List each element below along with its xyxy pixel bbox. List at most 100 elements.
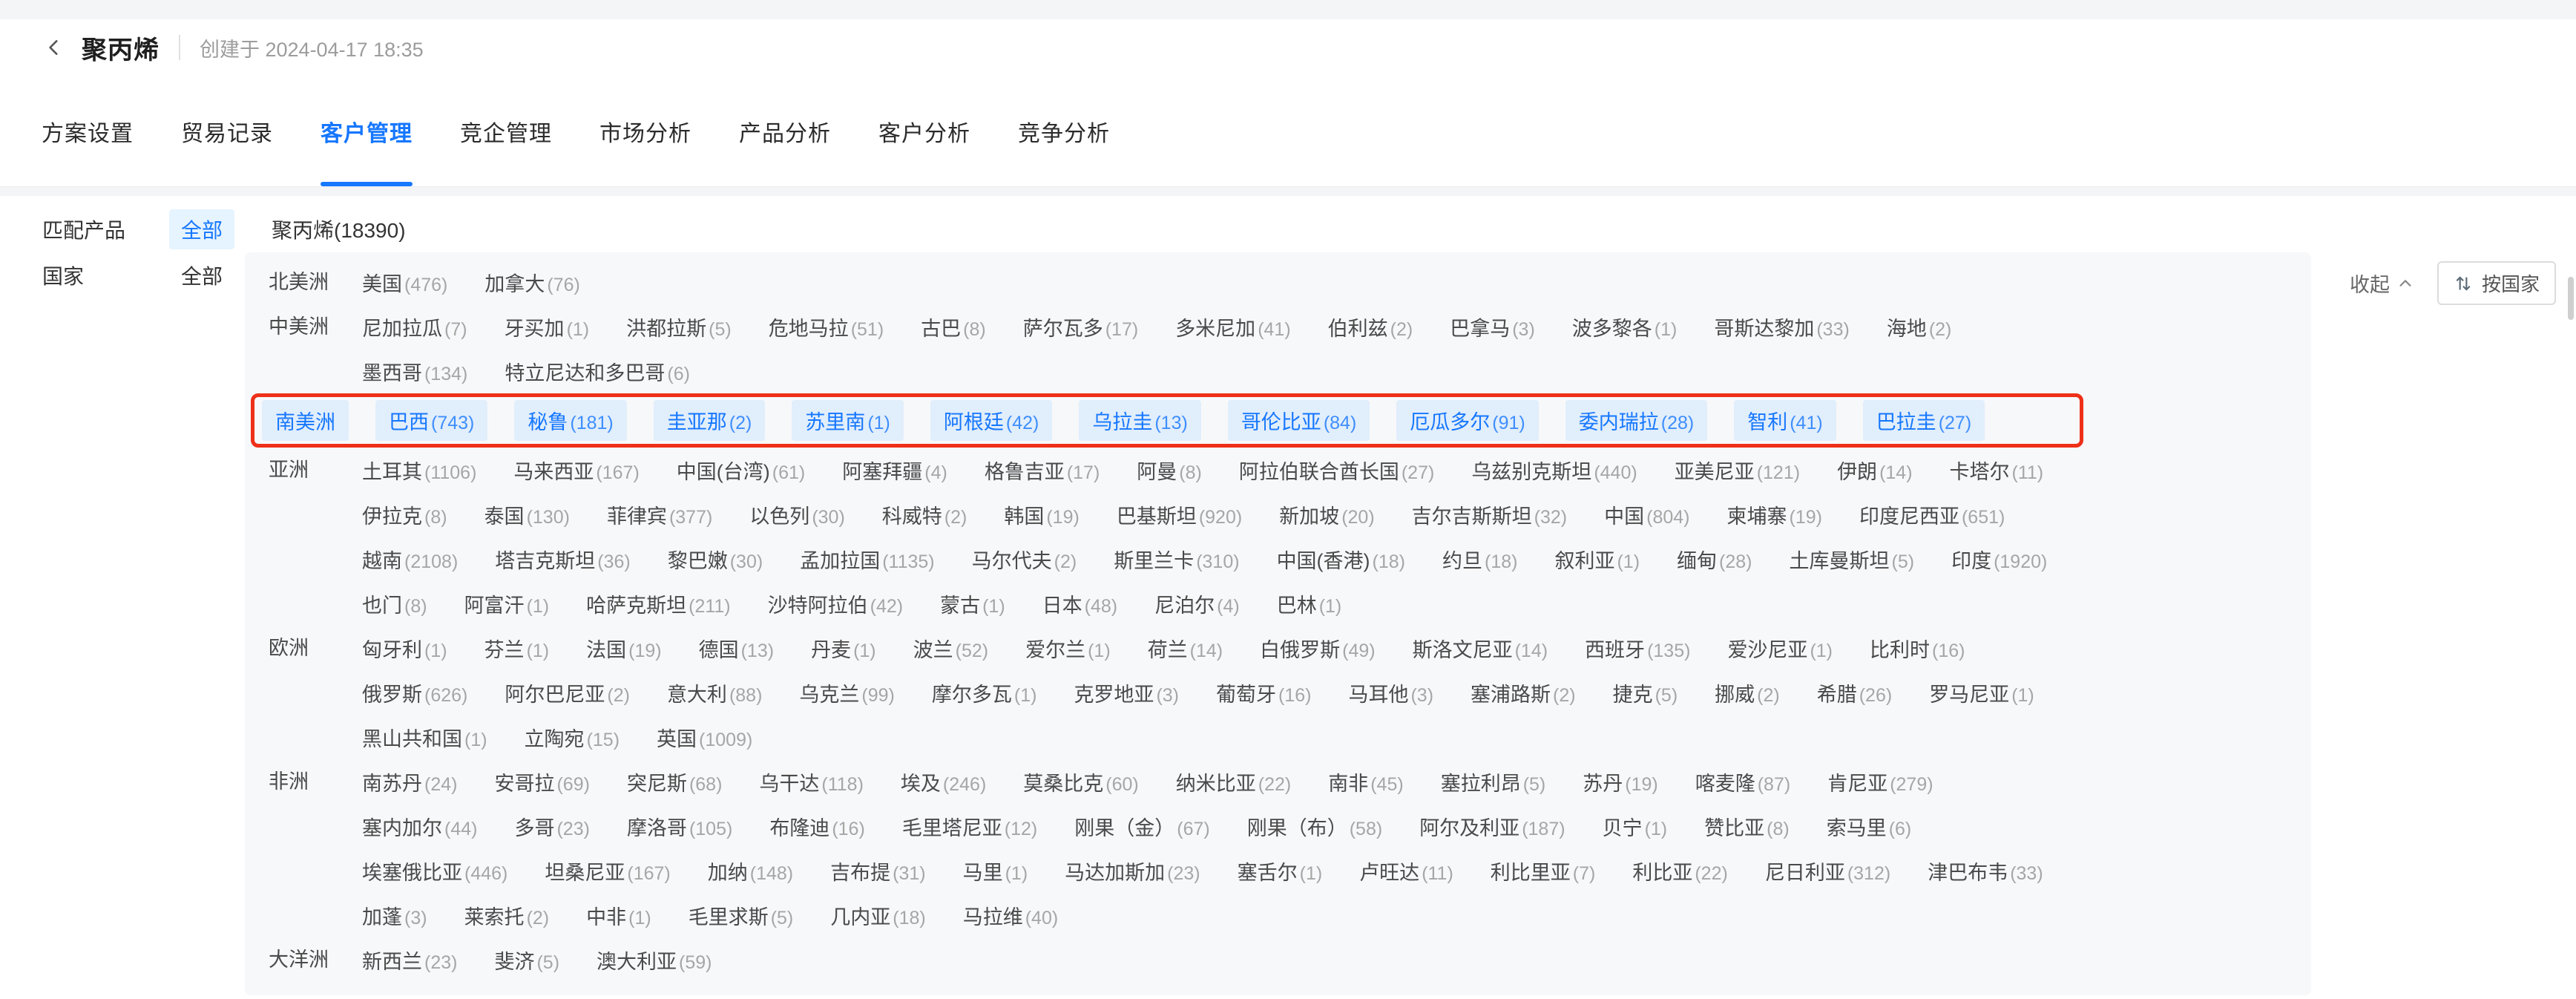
country-item[interactable]: 马耳他(3) — [1348, 678, 1433, 707]
country-item[interactable]: 埃及(246) — [901, 767, 986, 796]
country-item[interactable]: 泰国(130) — [484, 500, 570, 529]
country-item[interactable]: 哥伦比亚(84) — [1228, 400, 1370, 441]
tab-competition-analysis[interactable]: 竞争分析 — [1018, 76, 1110, 186]
country-item[interactable]: 中国(台湾)(61) — [677, 456, 805, 485]
tab-competitor-management[interactable]: 竞企管理 — [460, 76, 552, 186]
country-item[interactable]: 尼泊尔(4) — [1154, 589, 1240, 618]
continent-label-africa[interactable]: 非洲 — [245, 759, 362, 804]
country-item[interactable]: 叙利亚(1) — [1554, 545, 1640, 574]
country-item[interactable]: 捷克(5) — [1613, 678, 1678, 707]
country-item[interactable]: 厄瓜多尔(91) — [1396, 400, 1538, 441]
country-item[interactable]: 阿根廷(42) — [930, 400, 1052, 441]
tab-market-analysis[interactable]: 市场分析 — [599, 76, 691, 186]
country-item[interactable]: 巴拿马(3) — [1450, 312, 1535, 341]
continent-label-europe[interactable]: 欧洲 — [245, 626, 362, 670]
country-item[interactable]: 伊朗(14) — [1837, 456, 1912, 485]
country-item[interactable]: 波兰(52) — [913, 634, 988, 663]
country-item[interactable]: 芬兰(1) — [484, 634, 550, 663]
country-item[interactable]: 马达加斯加(23) — [1065, 856, 1200, 885]
country-item[interactable]: 伯利兹(2) — [1328, 312, 1413, 341]
country-item[interactable]: 斯里兰卡(310) — [1114, 545, 1239, 574]
country-item[interactable]: 约旦(18) — [1442, 545, 1517, 574]
tab-plan-settings[interactable]: 方案设置 — [42, 76, 134, 186]
country-item[interactable]: 阿尔及利亚(187) — [1419, 812, 1565, 841]
country-item[interactable]: 韩国(19) — [1004, 500, 1079, 529]
country-item[interactable]: 南苏丹(24) — [362, 767, 457, 796]
country-item[interactable]: 坦桑尼亚(167) — [545, 856, 670, 885]
scrollbar-thumb[interactable] — [2568, 277, 2574, 320]
country-item[interactable]: 加纳(148) — [708, 856, 793, 885]
country-all-option[interactable]: 全部 — [181, 261, 223, 290]
country-item[interactable]: 尼日利亚(312) — [1765, 856, 1890, 885]
country-item[interactable]: 埃塞俄比亚(446) — [362, 856, 507, 885]
country-item[interactable]: 波多黎各(1) — [1572, 312, 1678, 341]
country-item[interactable]: 哈萨克斯坦(211) — [586, 589, 731, 618]
country-item[interactable]: 巴基斯坦(920) — [1117, 500, 1242, 529]
country-item[interactable]: 多哥(23) — [514, 812, 589, 841]
country-item[interactable]: 乌干达(118) — [759, 767, 864, 796]
tab-customer-analysis[interactable]: 客户分析 — [878, 76, 970, 186]
continent-label-oceania[interactable]: 大洋洲 — [245, 937, 362, 982]
country-item[interactable]: 哥斯达黎加(33) — [1714, 312, 1849, 341]
country-item[interactable]: 摩洛哥(105) — [627, 812, 732, 841]
country-item[interactable]: 塞拉利昂(5) — [1441, 767, 1546, 796]
country-item[interactable]: 中非(1) — [586, 901, 651, 930]
country-item[interactable]: 卢旺达(11) — [1359, 856, 1453, 885]
country-item[interactable]: 津巴布韦(33) — [1928, 856, 2043, 885]
product-value[interactable]: 聚丙烯(18390) — [272, 214, 406, 244]
country-item[interactable]: 安哥拉(69) — [494, 767, 589, 796]
country-item[interactable]: 白俄罗斯(49) — [1260, 634, 1375, 663]
country-item[interactable]: 阿曼(8) — [1137, 456, 1202, 485]
country-item[interactable]: 克罗地亚(3) — [1074, 678, 1179, 707]
country-item[interactable]: 印度(1920) — [1951, 545, 2047, 574]
continent-label-central-america[interactable]: 中美洲 — [245, 304, 362, 349]
country-item[interactable]: 柬埔寨(19) — [1727, 500, 1822, 529]
country-item[interactable]: 巴西(743) — [375, 400, 487, 441]
country-item[interactable]: 中国(香港)(18) — [1277, 545, 1405, 574]
continent-label-south-america[interactable]: 南美洲 — [262, 400, 349, 441]
collapse-button[interactable]: 收起 — [2350, 269, 2414, 298]
country-item[interactable]: 印度尼西亚(651) — [1859, 500, 2005, 529]
country-item[interactable]: 乌兹别克斯坦(440) — [1471, 456, 1637, 485]
country-item[interactable]: 越南(2108) — [362, 545, 458, 574]
country-item[interactable]: 比利时(16) — [1870, 634, 1965, 663]
country-item[interactable]: 喀麦隆(87) — [1695, 767, 1790, 796]
country-item[interactable]: 蒙古(1) — [940, 589, 1005, 618]
product-all-chip[interactable]: 全部 — [169, 209, 234, 249]
sort-by-country-button[interactable]: 按国家 — [2437, 261, 2556, 305]
country-item[interactable]: 智利(41) — [1734, 400, 1836, 441]
country-item[interactable]: 丹麦(1) — [811, 634, 876, 663]
country-item[interactable]: 苏里南(1) — [792, 400, 904, 441]
country-item[interactable]: 洪都拉斯(5) — [626, 312, 732, 341]
country-item[interactable]: 牙买加(1) — [505, 312, 590, 341]
country-item[interactable]: 立陶宛(15) — [525, 723, 620, 752]
country-item[interactable]: 巴林(1) — [1277, 589, 1342, 618]
country-item[interactable]: 伊拉克(8) — [362, 500, 447, 529]
country-item[interactable]: 秘鲁(181) — [514, 400, 626, 441]
country-item[interactable]: 墨西哥(134) — [362, 357, 467, 386]
country-item[interactable]: 危地马拉(51) — [769, 312, 884, 341]
country-item[interactable]: 俄罗斯(626) — [362, 678, 467, 707]
country-item[interactable]: 马里(1) — [963, 856, 1028, 885]
country-item[interactable]: 科威特(2) — [882, 500, 967, 529]
country-item[interactable]: 中国(804) — [1604, 500, 1689, 529]
tab-customer-management[interactable]: 客户管理 — [321, 76, 413, 186]
country-item[interactable]: 美国(476) — [362, 268, 447, 297]
country-item[interactable]: 巴拉圭(27) — [1863, 400, 1985, 441]
country-item[interactable]: 菲律宾(377) — [607, 500, 712, 529]
country-item[interactable]: 特立尼达和多巴哥(6) — [505, 357, 690, 386]
country-item[interactable]: 意大利(88) — [667, 678, 762, 707]
country-item[interactable]: 卡塔尔(11) — [1950, 456, 2044, 485]
country-item[interactable]: 肯尼亚(279) — [1827, 767, 1933, 796]
country-item[interactable]: 斐济(5) — [494, 946, 559, 975]
country-item[interactable]: 吉布提(31) — [830, 856, 925, 885]
country-item[interactable]: 苏丹(19) — [1583, 767, 1657, 796]
country-item[interactable]: 马拉维(40) — [963, 901, 1058, 930]
country-item[interactable]: 格鲁吉亚(17) — [985, 456, 1100, 485]
country-item[interactable]: 日本(48) — [1042, 589, 1117, 618]
country-item[interactable]: 古巴(8) — [921, 312, 986, 341]
country-item[interactable]: 葡萄牙(16) — [1216, 678, 1311, 707]
country-item[interactable]: 阿富汗(1) — [464, 589, 550, 618]
country-item[interactable]: 阿塞拜疆(4) — [842, 456, 947, 485]
country-item[interactable]: 利比里亚(7) — [1491, 856, 1596, 885]
